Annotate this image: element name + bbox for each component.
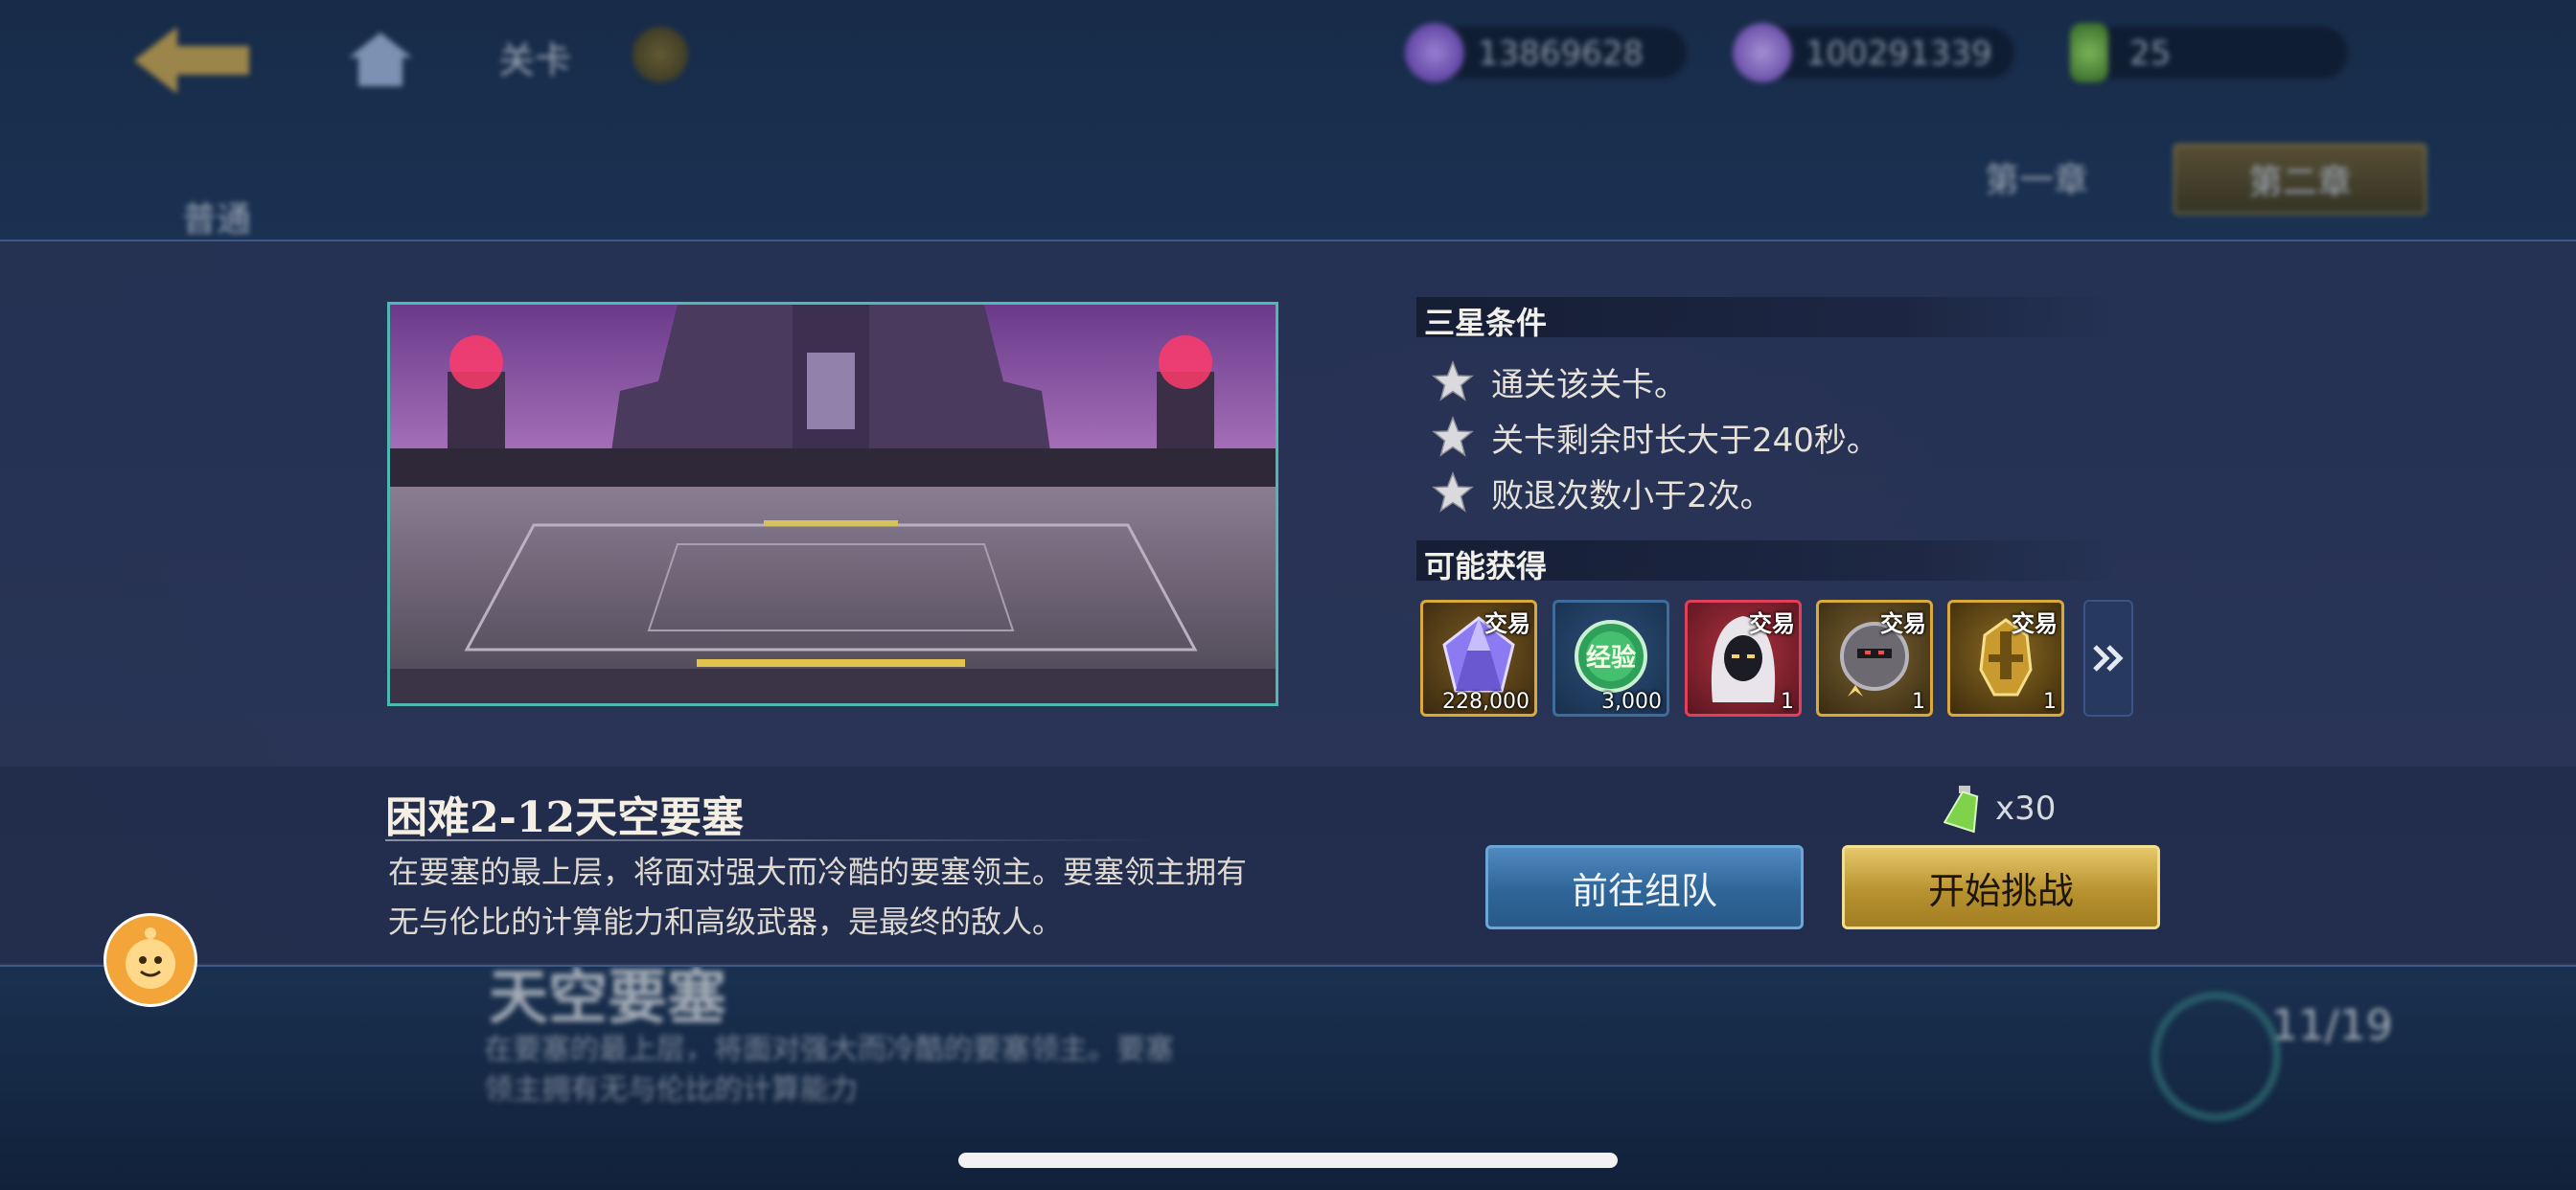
- purple-crystal-icon: [1733, 23, 1792, 82]
- top-title: 关卡: [498, 39, 572, 81]
- condition-1: 通关该关卡。: [1432, 358, 1687, 404]
- purple-gem-icon: [1405, 23, 1464, 82]
- stamina-cost: x30: [1944, 784, 2056, 834]
- rewards-header: 可能获得: [1416, 540, 2116, 584]
- stamina-potion-icon: [2070, 23, 2108, 82]
- stamina-potion-icon: [1944, 786, 1979, 834]
- star-icon: [1432, 471, 1474, 513]
- resource-gems[interactable]: 13869628: [1405, 23, 1687, 82]
- reward-item-armored-hero[interactable]: 交易 1: [1816, 600, 1933, 717]
- bottom-stage-desc: 在要塞的最上层，将面对强大而冷酷的要塞领主。要塞领主拥有无与伦比的计算能力: [484, 1033, 1174, 1107]
- tab-normal[interactable]: 普通: [182, 192, 251, 241]
- reward-item-crystal[interactable]: 交易 228,000: [1420, 600, 1537, 717]
- reward-item-golden-helmet[interactable]: 交易 1: [1947, 600, 2064, 717]
- resource-crystals[interactable]: 100291339: [1733, 23, 2014, 82]
- double-chevron-right-icon: [2093, 645, 2124, 672]
- stage-description: 在要塞的最上层，将面对强大而冷酷的要塞领主。要塞领主拥有无与伦比的计算能力和高级…: [388, 854, 1248, 940]
- stage-title: 困难2-12天空要塞: [385, 793, 745, 842]
- stage-preview-image: [387, 302, 1278, 706]
- tab-chapter-1[interactable]: 第一章: [1955, 144, 2118, 211]
- more-rewards-button[interactable]: [2083, 600, 2133, 717]
- star-icon: [1432, 416, 1474, 457]
- tab-chapter-2[interactable]: 第二章: [2174, 144, 2426, 215]
- svg-text:经验: 经验: [1586, 643, 1636, 673]
- home-icon[interactable]: [347, 29, 414, 90]
- top-bar: 关卡 13869628 100291339 25 第一章 第二章 普通: [0, 0, 2576, 240]
- three-star-header: 三星条件: [1416, 297, 2116, 341]
- stage-info-panel: 三星条件 通关该关卡。 关卡剩余时长大于240秒。 败退次数小于2次。 可能获得…: [0, 240, 2576, 967]
- title-divider: [385, 839, 1162, 841]
- reward-item-hooded-hero[interactable]: 交易 1: [1685, 600, 1802, 717]
- go-to-team-button[interactable]: 前往组队: [1485, 845, 1804, 929]
- start-challenge-button[interactable]: 开始挑战: [1842, 845, 2160, 929]
- resource-stamina[interactable]: 25: [2070, 23, 2348, 82]
- mascot-face-icon: [126, 927, 175, 989]
- condition-2: 关卡剩余时长大于240秒。: [1432, 414, 1879, 460]
- coin-icon: [632, 27, 688, 82]
- back-arrow-icon[interactable]: [134, 27, 249, 94]
- condition-3: 败退次数小于2次。: [1432, 469, 1773, 515]
- chest-progress-count: 11/19: [2271, 1001, 2393, 1050]
- assistant-mascot-button[interactable]: [104, 913, 197, 1007]
- star-icon: [1432, 360, 1474, 401]
- chest-progress-ring[interactable]: [2151, 992, 2281, 1121]
- reward-item-exp[interactable]: 经验 3,000: [1552, 600, 1669, 717]
- home-indicator[interactable]: [958, 1153, 1618, 1168]
